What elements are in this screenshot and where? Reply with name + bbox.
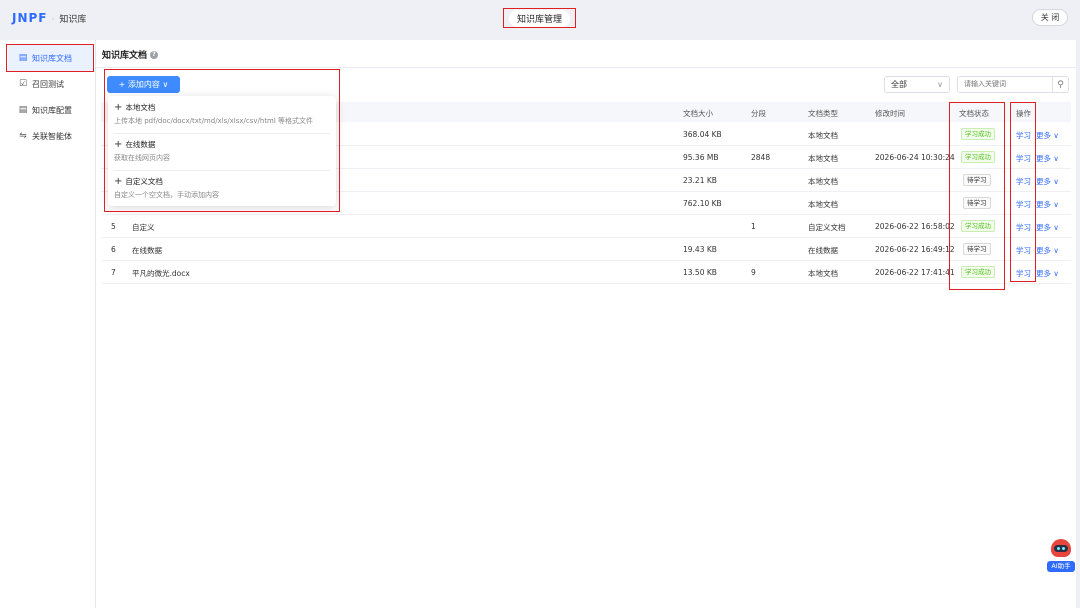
row-size: 95.36 MB bbox=[683, 153, 719, 162]
row-modified: 2026-06-24 10:30:24 bbox=[875, 153, 955, 162]
search-icon[interactable]: ⚲ bbox=[1052, 77, 1068, 92]
app-logo[interactable]: JNPF · 知识库 bbox=[12, 11, 86, 25]
row-type: 在线数据 bbox=[808, 246, 838, 255]
main-panel: 知识库文档 ? + 添加内容 ∨ 全部 ∨ ⚲ 文档大小 分段 文档类型 修改时… bbox=[96, 40, 1076, 608]
column-header-type: 文档类型 bbox=[808, 109, 838, 118]
ai-assistant-label: AI助手 bbox=[1047, 561, 1075, 572]
row-name[interactable]: 平凡的微光.docx bbox=[132, 268, 190, 279]
robot-eye bbox=[1062, 547, 1065, 550]
robot-eye bbox=[1057, 547, 1060, 550]
row-modified: 2026-06-22 16:49:12 bbox=[875, 245, 955, 254]
row-size: 19.43 KB bbox=[683, 245, 717, 254]
logo-subtitle: 知识库 bbox=[59, 15, 87, 25]
sidebar-item-label: 召回测试 bbox=[32, 79, 64, 89]
row-index: 7 bbox=[111, 268, 116, 277]
highlight-box-ops bbox=[1010, 102, 1036, 282]
sidebar-item-config[interactable]: ▤ 知识库配置 bbox=[8, 97, 93, 123]
row-size: 368.04 KB bbox=[683, 130, 722, 139]
row-type: 本地文档 bbox=[808, 131, 838, 140]
logo-separator: · bbox=[51, 15, 56, 25]
sidebar: ▤ 知识库文档 ☑ 召回测试 ▤ 知识库配置 ⇋ 关联智能体 bbox=[0, 40, 96, 608]
row-type: 自定义文档 bbox=[808, 223, 846, 232]
checkbox-icon: ☑ bbox=[18, 79, 28, 89]
more-dropdown-link[interactable]: 更多 ∨ bbox=[1036, 176, 1059, 187]
row-type: 本地文档 bbox=[808, 177, 838, 186]
chevron-down-icon: ∨ bbox=[937, 80, 943, 89]
section-title-text: 知识库文档 bbox=[102, 51, 148, 61]
page-title-chip: 知识库管理 bbox=[503, 8, 576, 28]
row-modified: 2026-06-22 17:41:41 bbox=[875, 268, 955, 277]
row-name[interactable]: 自定义 bbox=[132, 222, 155, 233]
row-type: 本地文档 bbox=[808, 200, 838, 209]
row-size: 13.50 KB bbox=[683, 268, 717, 277]
more-dropdown-link[interactable]: 更多 ∨ bbox=[1036, 130, 1059, 141]
row-segments: 2848 bbox=[751, 153, 771, 162]
row-size: 23.21 KB bbox=[683, 176, 717, 185]
close-button[interactable]: 关 闭 bbox=[1032, 9, 1068, 26]
sidebar-item-label: 关联智能体 bbox=[32, 131, 72, 141]
sidebar-item-label: 知识库配置 bbox=[32, 105, 72, 115]
more-dropdown-link[interactable]: 更多 ∨ bbox=[1036, 245, 1059, 256]
logo-text: JNPF bbox=[12, 11, 48, 25]
row-size: 762.10 KB bbox=[683, 199, 722, 208]
sidebar-item-linked-agents[interactable]: ⇋ 关联智能体 bbox=[8, 123, 93, 149]
row-modified: 2026-06-22 16:58:02 bbox=[875, 222, 955, 231]
table-row[interactable]: 5 自定义 1 自定义文档 2026-06-22 16:58:02 学习成功 学… bbox=[101, 215, 1071, 238]
row-index: 6 bbox=[111, 245, 116, 254]
more-dropdown-link[interactable]: 更多 ∨ bbox=[1036, 222, 1059, 233]
row-type: 本地文档 bbox=[808, 269, 838, 278]
more-dropdown-link[interactable]: 更多 ∨ bbox=[1036, 199, 1059, 210]
column-header-size: 文档大小 bbox=[683, 109, 713, 118]
column-header-segments: 分段 bbox=[751, 109, 766, 118]
search-input[interactable] bbox=[958, 77, 1052, 92]
row-index: 5 bbox=[111, 222, 116, 231]
table-row[interactable]: 7 平凡的微光.docx 13.50 KB 9 本地文档 2026-06-22 … bbox=[101, 261, 1071, 284]
section-title: 知识库文档 ? bbox=[102, 48, 159, 61]
page-title: 知识库管理 bbox=[508, 9, 570, 27]
database-icon: ▤ bbox=[18, 105, 28, 115]
row-segments: 9 bbox=[751, 268, 756, 277]
highlight-box-status bbox=[949, 102, 1005, 290]
status-filter-select[interactable]: 全部 ∨ bbox=[884, 76, 950, 93]
row-type: 本地文档 bbox=[808, 154, 838, 163]
link-icon: ⇋ bbox=[19, 131, 27, 141]
ai-assistant-button[interactable]: AI助手 bbox=[1046, 535, 1076, 575]
table-row[interactable]: 6 在线数据 19.43 KB 在线数据 2026-06-22 16:49:12… bbox=[101, 238, 1071, 261]
divider bbox=[96, 67, 1076, 68]
robot-icon bbox=[1051, 539, 1071, 557]
highlight-box-sidebar bbox=[6, 44, 94, 72]
help-icon[interactable]: ? bbox=[150, 50, 159, 59]
highlight-box-add-content bbox=[104, 69, 340, 212]
row-name[interactable]: 在线数据 bbox=[132, 245, 162, 256]
filter-value: 全部 bbox=[891, 80, 907, 89]
more-dropdown-link[interactable]: 更多 ∨ bbox=[1036, 268, 1059, 279]
column-header-modified: 修改时间 bbox=[875, 109, 905, 118]
more-dropdown-link[interactable]: 更多 ∨ bbox=[1036, 153, 1059, 164]
sidebar-item-recall-test[interactable]: ☑ 召回测试 bbox=[8, 71, 93, 97]
search-box: ⚲ bbox=[957, 76, 1069, 93]
row-segments: 1 bbox=[751, 222, 756, 231]
app-header: JNPF · 知识库 知识库管理 关 闭 bbox=[0, 0, 1080, 36]
